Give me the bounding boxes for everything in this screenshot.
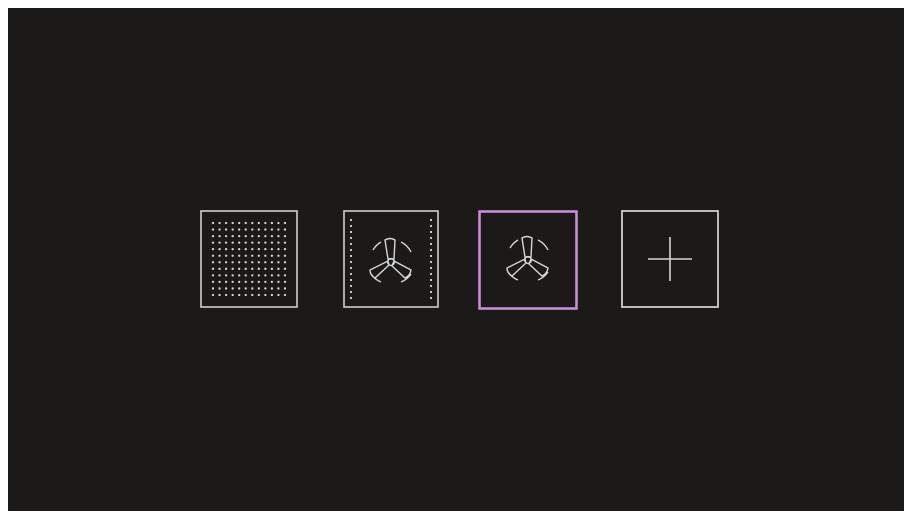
fan-with-dotted-sides-icon <box>343 210 439 308</box>
fan-grid-mode-button[interactable] <box>343 210 439 308</box>
fan-icon <box>478 210 578 310</box>
mode-selector <box>8 8 904 511</box>
display-screen <box>8 8 904 511</box>
dot-grid-icon <box>200 210 298 308</box>
dot-grid-mode-button[interactable] <box>200 210 298 308</box>
fan-mode-button[interactable] <box>478 210 578 310</box>
add-mode-button[interactable] <box>621 210 719 308</box>
plus-icon <box>621 210 719 308</box>
